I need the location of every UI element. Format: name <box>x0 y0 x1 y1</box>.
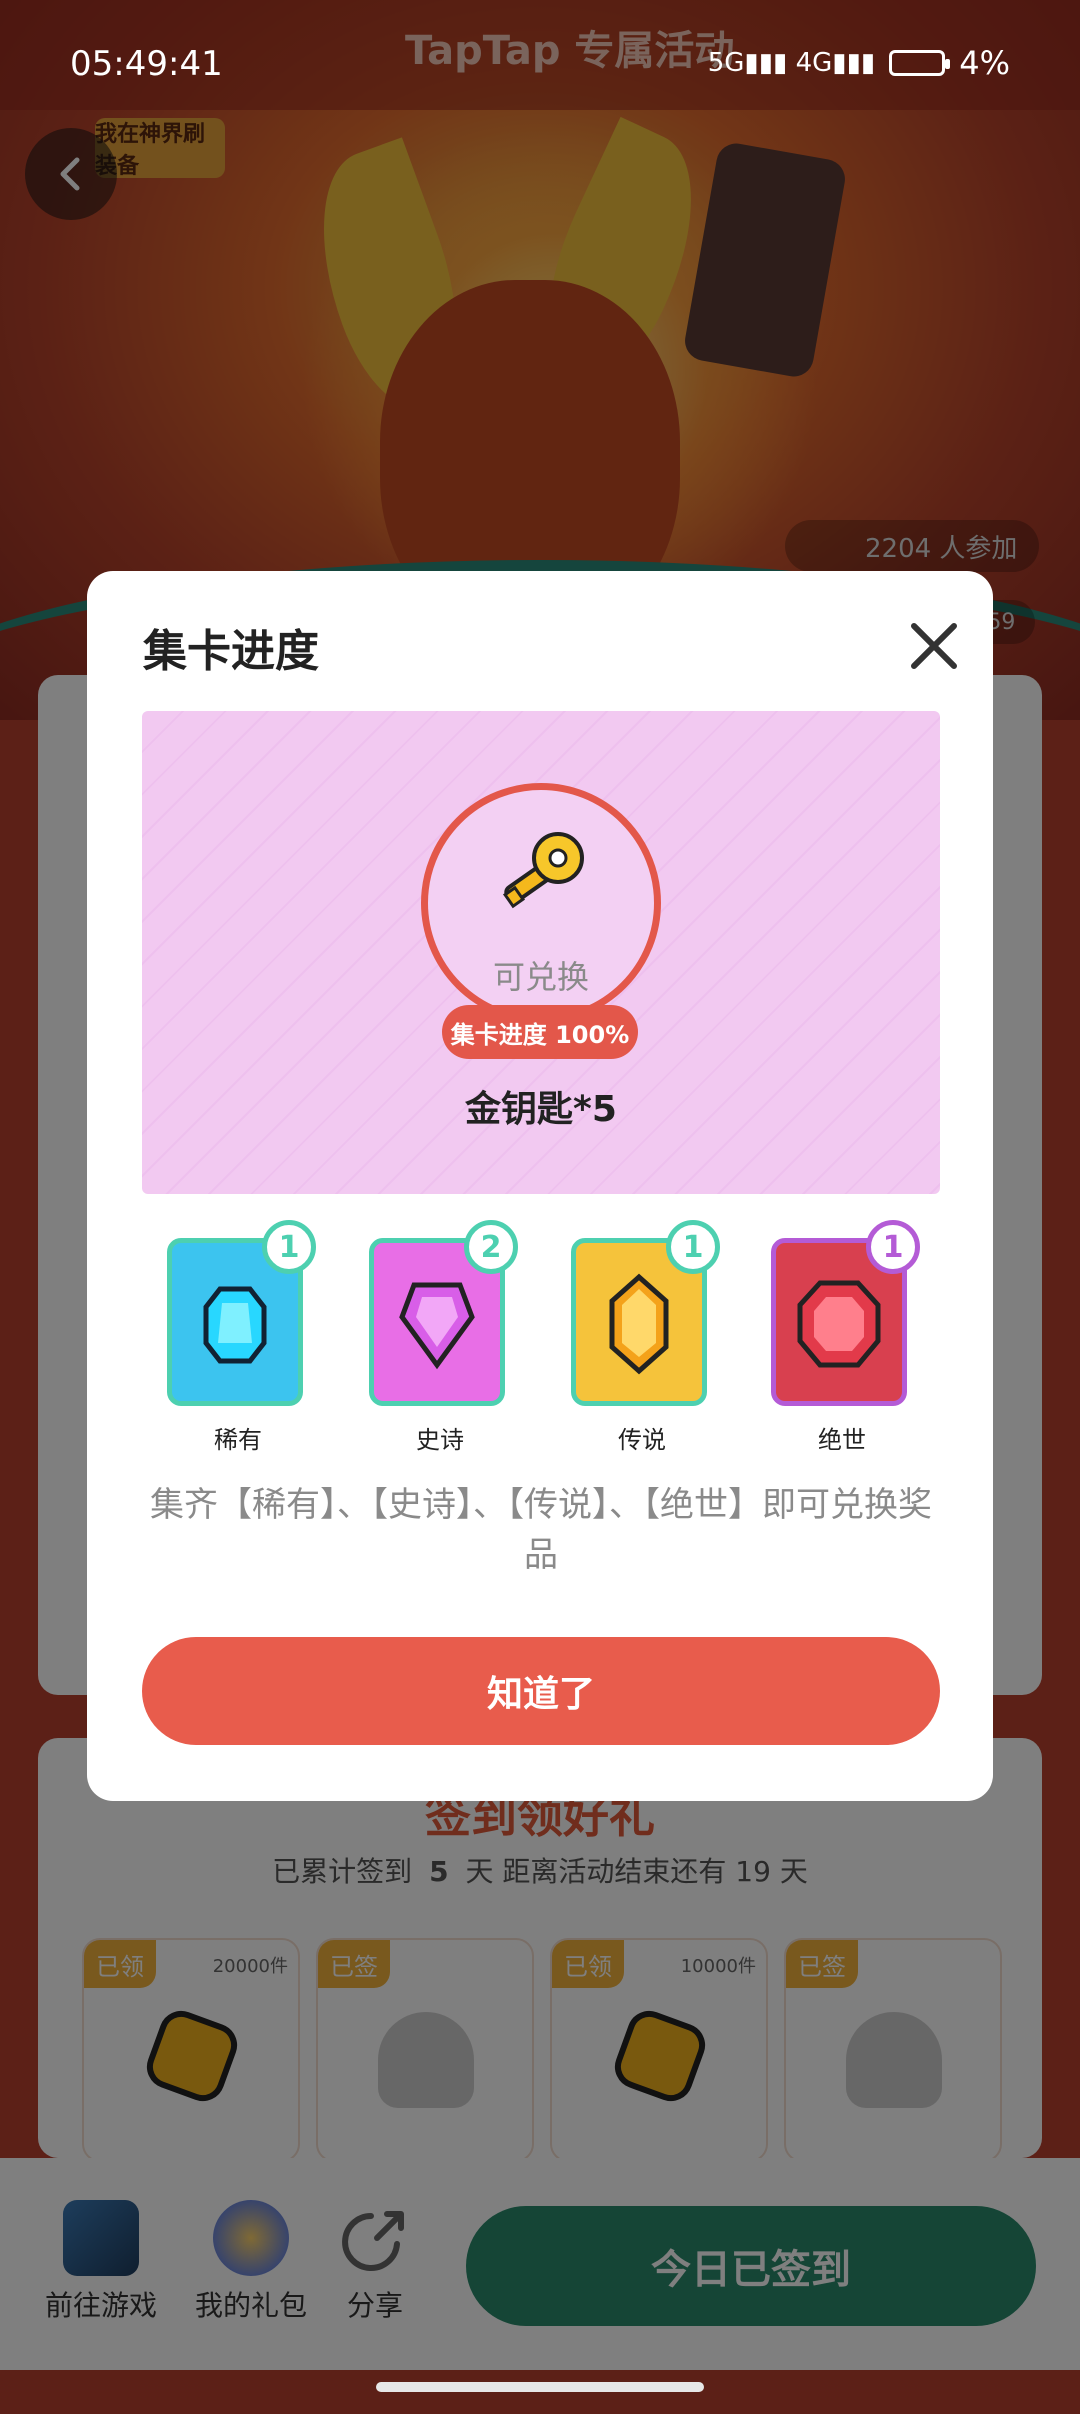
home-indicator[interactable] <box>376 2382 704 2392</box>
collect-hint: 集齐【稀有】、【史诗】、【传说】、【绝世】即可兑换奖品 <box>150 1485 932 1575</box>
signal-icon: 5G▮▮▮ 4G▮▮▮ <box>707 48 876 78</box>
card-count-badge: 1 <box>866 1220 920 1274</box>
card-label: 传说 <box>618 1426 666 1454</box>
reward-name: 金钥匙*5 <box>465 1089 617 1130</box>
card-count-badge: 2 <box>464 1220 518 1274</box>
card-label: 绝世 <box>818 1426 866 1454</box>
card-label: 史诗 <box>416 1426 464 1454</box>
status-time: 05:49:41 <box>70 44 223 84</box>
battery-icon <box>889 50 951 76</box>
close-button[interactable] <box>904 616 964 676</box>
modal-title: 集卡进度 <box>143 626 319 677</box>
redeem-status: 可兑换 <box>492 958 589 996</box>
battery-percent: 4% <box>959 44 1010 82</box>
close-icon <box>911 623 957 669</box>
card-count-badge: 1 <box>666 1220 720 1274</box>
status-icons: 5G▮▮▮ 4G▮▮▮ 4% <box>708 44 1010 82</box>
confirm-button[interactable]: 知道了 <box>142 1637 940 1745</box>
card-label: 稀有 <box>214 1426 262 1454</box>
golden-key-icon <box>502 832 584 909</box>
card-count-badge: 1 <box>262 1220 316 1274</box>
progress-badge: 集卡进度 100% <box>442 1005 638 1059</box>
